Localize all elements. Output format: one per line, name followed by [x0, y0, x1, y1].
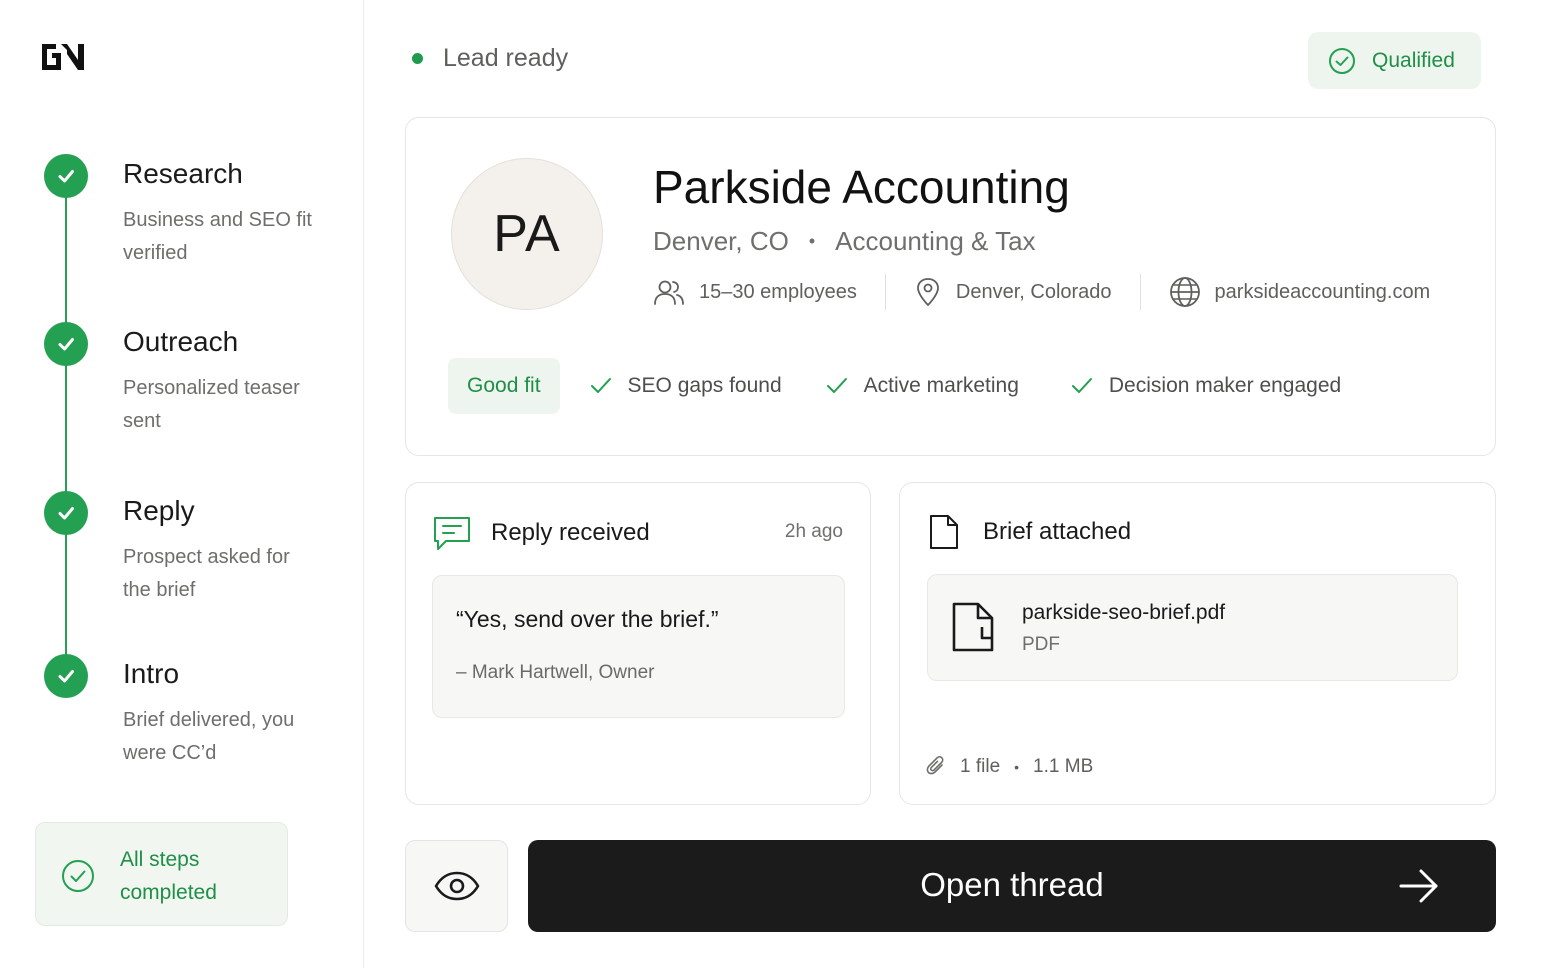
brief-title: Brief attached [983, 518, 1132, 545]
globe-icon [1169, 277, 1200, 307]
document-icon [930, 515, 958, 549]
reply-card: Reply received 2h ago “Yes, send over th… [405, 482, 871, 805]
signal-tag: SEO gaps found [590, 374, 782, 398]
step-title: Outreach [123, 326, 239, 357]
check-icon [44, 322, 88, 366]
message-icon [434, 517, 470, 550]
step-title: Reply [123, 495, 195, 526]
completion-banner: All steps completed [35, 822, 288, 926]
separator-dot: • [1014, 759, 1020, 775]
company-subtitle: Denver, CO • Accounting & Tax [653, 226, 1036, 257]
logo-icon [42, 44, 84, 70]
lead-profile-card: PA Parkside Accounting Denver, CO • Acco… [405, 117, 1496, 456]
signal-label: Decision maker engaged [1108, 374, 1342, 397]
company-meta: 15–30 employees Denver, Colorado parksid… [653, 274, 1430, 310]
file-size: 1.1 MB [1033, 756, 1094, 777]
qualified-badge[interactable]: Qualified [1308, 32, 1481, 89]
employees-text: 15–30 employees [699, 280, 857, 303]
signal-label: Active marketing [863, 374, 1019, 397]
check-icon [44, 491, 88, 535]
file-count: 1 file [960, 756, 1001, 777]
quote-text: “Yes, send over the brief.” [456, 606, 719, 632]
location-text: Denver, Colorado [955, 280, 1112, 303]
company-name: Parkside Accounting [653, 161, 1070, 213]
file-name: parkside-seo-brief.pdf [1022, 601, 1226, 624]
website-info[interactable]: parksideaccounting.com [1169, 276, 1431, 308]
users-icon [654, 280, 684, 305]
fit-badge: Good fit [448, 358, 560, 414]
step-description: Prospect asked for the brief [123, 546, 290, 601]
check-icon [1071, 378, 1092, 393]
arrow-right-icon [1399, 869, 1438, 903]
map-pin-icon [916, 278, 939, 306]
check-circle-icon [1329, 47, 1355, 74]
employees-info: 15–30 employees [653, 278, 857, 306]
step-description: Brief delivered, you were CC’d [123, 709, 295, 764]
signal-tag: Decision maker engaged [1071, 374, 1341, 398]
divider [1139, 274, 1141, 310]
location-info: Denver, Colorado [914, 277, 1112, 307]
step-title: Intro [123, 658, 180, 689]
reply-title: Reply received [491, 519, 650, 546]
reply-time: 2h ago [784, 521, 843, 542]
check-icon [44, 154, 88, 198]
lead-status: Lead ready [412, 44, 568, 73]
status-dot [412, 53, 423, 64]
separator-dot: • [808, 231, 816, 251]
step-title: Research [123, 158, 243, 189]
reply-quote: “Yes, send over the brief.” – Mark Hartw… [432, 575, 845, 718]
check-icon [826, 378, 847, 393]
paperclip-icon [926, 756, 944, 775]
badge-label: Qualified [1372, 48, 1455, 72]
signal-label: SEO gaps found [627, 374, 782, 397]
avatar: PA [451, 158, 603, 310]
website-link[interactable]: parksideaccounting.com [1215, 281, 1431, 304]
company-city: Denver, CO [653, 226, 789, 256]
signal-tag: Active marketing [826, 374, 1019, 398]
brief-card: Brief attached parkside-seo-brief.pdf PD… [899, 482, 1496, 805]
file-type: PDF [1022, 634, 1060, 655]
sidebar: Research Business and SEO fit verified O… [0, 0, 364, 968]
step-description: Personalized teaser sent [123, 377, 300, 432]
completion-text: All steps completed [120, 848, 217, 904]
check-circle-icon [62, 860, 94, 892]
file-info: 1 file • 1.1 MB [926, 756, 1093, 778]
quote-author: – Mark Hartwell, Owner [456, 662, 655, 683]
fit-signals: Good fit SEO gaps found Active marketing… [448, 358, 1385, 414]
preview-button[interactable] [405, 840, 508, 932]
status-text: Lead ready [443, 44, 569, 72]
divider [884, 274, 886, 310]
eye-icon [434, 871, 479, 901]
company-industry: Accounting & Tax [835, 226, 1036, 256]
progress-line [65, 185, 67, 675]
step-description: Business and SEO fit verified [123, 209, 312, 264]
open-thread-button[interactable]: Open thread [528, 840, 1496, 932]
open-thread-label: Open thread [920, 866, 1104, 903]
check-icon [44, 654, 88, 698]
check-icon [590, 378, 611, 393]
file-icon [952, 602, 994, 652]
attached-file[interactable]: parkside-seo-brief.pdf PDF [927, 574, 1458, 681]
